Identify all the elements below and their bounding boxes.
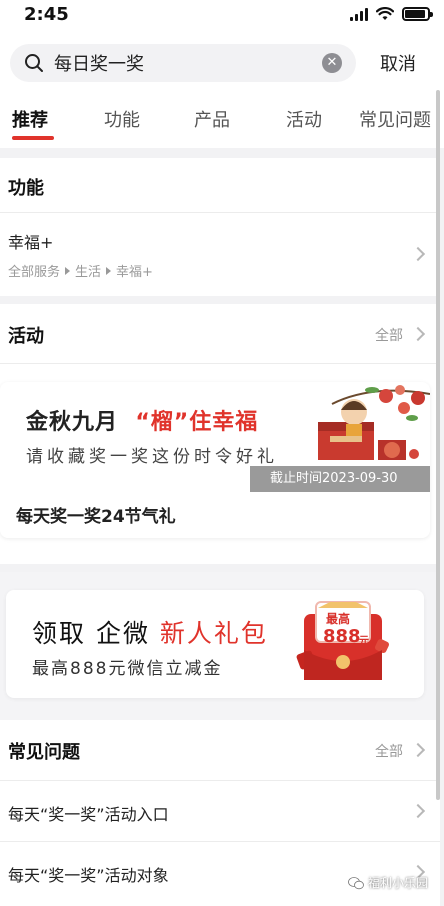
feature-item-title: 幸福+: [8, 233, 54, 252]
battery-icon: [402, 7, 433, 21]
chevron-right-icon: [410, 246, 426, 262]
activity-banner[interactable]: 金秋九月 “榴”住幸福 请收藏奖一奖这份时令好礼 截止时间2023-09-30 …: [0, 382, 430, 538]
activities-more-link[interactable]: 全部: [375, 325, 403, 345]
activities-header: 活动 全部: [0, 304, 440, 364]
faq-item-label: 每天“奖一奖”活动对象: [8, 866, 169, 885]
promo-badge-unit: 元: [359, 636, 369, 647]
red-envelope-illustration: 最高 888 元: [296, 600, 392, 686]
wifi-icon: [376, 7, 394, 20]
watermark: 福利小乐园: [348, 874, 428, 891]
tab-recommended[interactable]: 推荐: [12, 106, 48, 132]
promo-badge-label: 最高: [326, 612, 351, 626]
tab-activities[interactable]: 活动: [286, 106, 322, 132]
breadcrumb-arrow-icon: [65, 266, 71, 275]
promo-banner[interactable]: 领取 企微 新人礼包 最高888元微信立减金 最高 888 元: [6, 590, 424, 698]
promo-subtitle: 最高888元微信立减金: [32, 659, 223, 679]
search-input[interactable]: [54, 50, 314, 76]
features-section: 功能 幸福+ 全部服务 生活 幸福+: [0, 158, 440, 296]
activities-title: 活动: [8, 326, 44, 347]
clear-icon[interactable]: ✕: [322, 53, 342, 73]
banner-subtitle: 请收藏奖一奖这份时令好礼: [26, 447, 278, 467]
banner-title-text: 金秋九月: [26, 410, 119, 435]
breadcrumb-item: 生活: [75, 265, 102, 280]
faq-item[interactable]: 每天“奖一奖”活动对象: [0, 842, 440, 902]
signal-icon: [350, 7, 368, 21]
search-box[interactable]: ✕: [10, 44, 356, 82]
banner-title: 金秋九月 “榴”住幸福: [26, 404, 258, 436]
search-icon: [25, 54, 43, 72]
search-row: ✕ 取消: [0, 34, 444, 92]
breadcrumb-item: 全部服务: [8, 265, 61, 280]
promo-badge-amount: 888: [323, 626, 361, 647]
banner-caption: 每天奖一奖24节气礼: [16, 507, 176, 527]
faq-item[interactable]: 每天“奖一奖”活动入口: [0, 781, 440, 841]
tab-faq[interactable]: 常见问题: [359, 106, 431, 132]
status-time: 2:45: [24, 4, 69, 25]
chevron-right-icon[interactable]: [410, 742, 426, 758]
active-tab-indicator: [12, 136, 54, 140]
status-bar: 2:45: [0, 0, 444, 34]
features-title: 功能: [8, 178, 44, 199]
tab-features[interactable]: 功能: [104, 106, 140, 132]
chevron-right-icon: [410, 803, 426, 819]
faq-more-link[interactable]: 全部: [375, 741, 403, 761]
banner-title-highlight: “榴”住幸福: [135, 410, 259, 435]
promo-title-highlight: 新人礼包: [159, 619, 268, 648]
tab-bar: 推荐 功能 产品 活动 常见问题: [0, 92, 444, 148]
chevron-right-icon[interactable]: [410, 326, 426, 342]
breadcrumb-item: 幸福+: [116, 265, 153, 280]
promo-title-text: 领取 企微: [32, 619, 150, 648]
banner-deadline: 截止时间2023-09-30: [250, 466, 430, 492]
tab-products[interactable]: 产品: [194, 106, 230, 132]
faq-title: 常见问题: [8, 742, 80, 763]
watermark-text: 福利小乐园: [368, 876, 429, 890]
faq-item-label: 每天“奖一奖”活动入口: [8, 805, 169, 824]
wechat-icon: [348, 876, 364, 889]
promo-title: 领取 企微 新人礼包: [32, 614, 268, 650]
gift-box-illustration: [318, 385, 430, 460]
breadcrumb-arrow-icon: [106, 266, 112, 275]
feature-item-xingfu[interactable]: 幸福+ 全部服务 生活 幸福+: [0, 213, 440, 293]
breadcrumb: 全部服务 生活 幸福+: [8, 261, 153, 280]
status-icons: [350, 7, 433, 21]
scrollbar[interactable]: [436, 90, 440, 800]
cancel-button[interactable]: 取消: [380, 50, 416, 76]
